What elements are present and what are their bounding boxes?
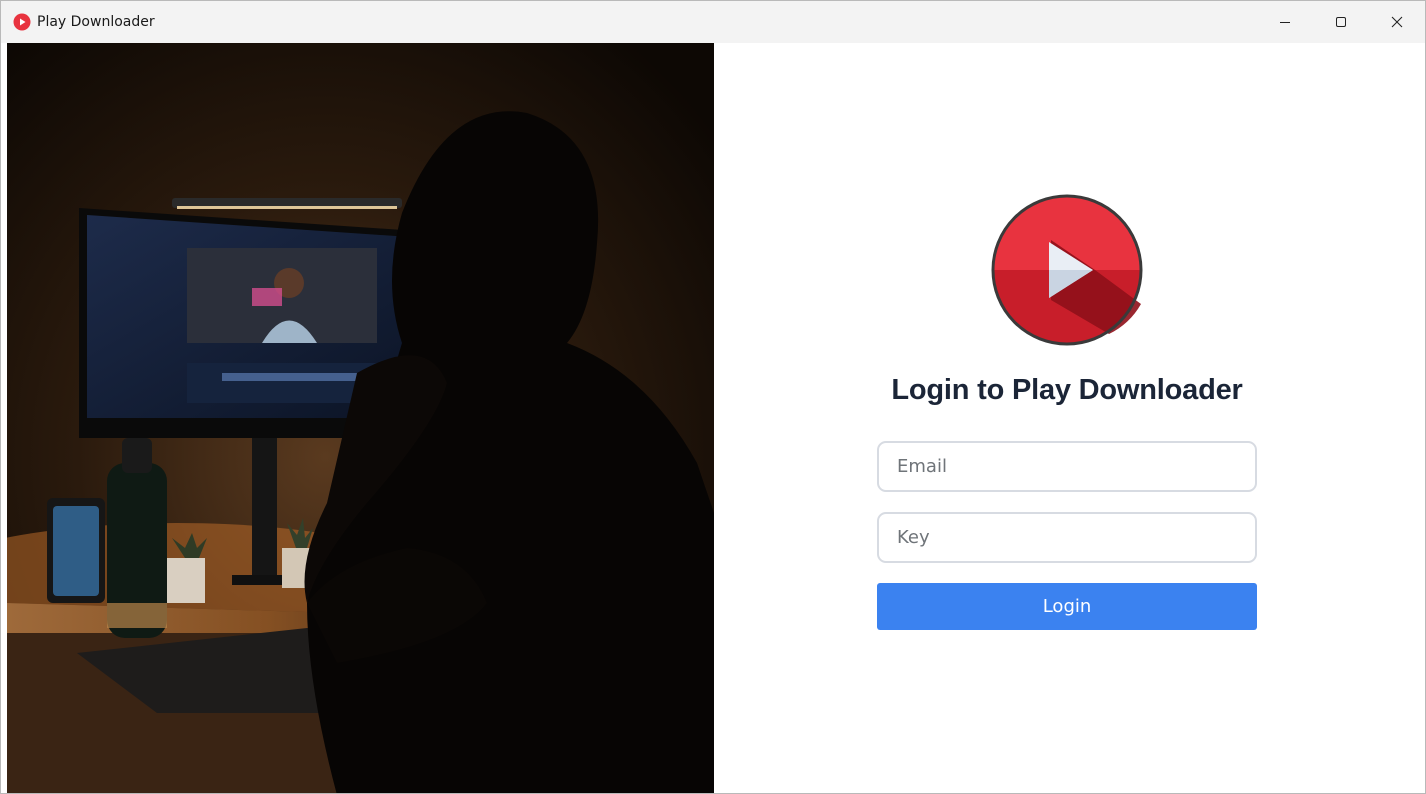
- title-bar[interactable]: Play Downloader: [1, 1, 1425, 43]
- login-panel: Login to Play Downloader Login: [714, 43, 1425, 793]
- email-input[interactable]: [877, 441, 1257, 492]
- close-icon: [1391, 16, 1403, 28]
- minimize-icon: [1280, 22, 1290, 23]
- window-title: Play Downloader: [37, 14, 155, 30]
- play-logo-icon: [13, 13, 31, 31]
- close-button[interactable]: [1369, 1, 1425, 43]
- key-input[interactable]: [877, 512, 1257, 563]
- login-heading: Login to Play Downloader: [891, 374, 1243, 406]
- app-window: Play Downloader Login to Play Downloader…: [0, 0, 1426, 794]
- minimize-button[interactable]: [1257, 1, 1313, 43]
- play-logo-icon: [991, 194, 1143, 346]
- window-controls: [1257, 1, 1425, 43]
- maximize-icon: [1336, 17, 1346, 27]
- login-button[interactable]: Login: [877, 583, 1257, 630]
- maximize-button[interactable]: [1313, 1, 1369, 43]
- hero-photo: [7, 43, 714, 793]
